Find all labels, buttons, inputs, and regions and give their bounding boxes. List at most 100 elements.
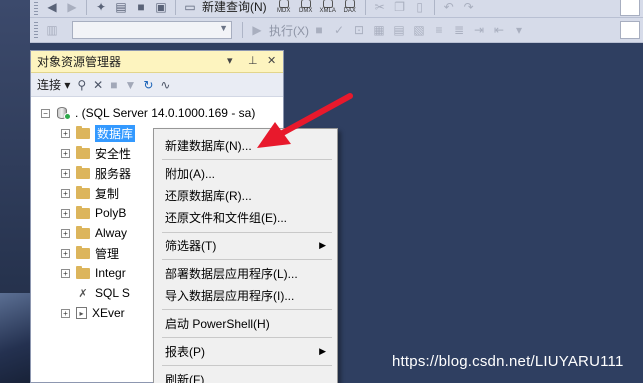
- tree-node-always-on[interactable]: + Alway: [61, 223, 127, 243]
- annotation-arrow-shaft: [274, 93, 353, 139]
- execute-button[interactable]: 执行(X): [269, 22, 309, 39]
- menu-separator: [162, 337, 332, 338]
- cut-icon[interactable]: ✂: [371, 0, 389, 16]
- outdent-icon[interactable]: ⇤: [490, 21, 508, 39]
- tree-node-label: 复制: [95, 186, 120, 201]
- debug-icon[interactable]: ⊡: [350, 21, 368, 39]
- database-selector[interactable]: ▼: [72, 21, 232, 39]
- tree-node-label: SQL S: [95, 286, 130, 300]
- menu-item-filter[interactable]: 筛选器(T) ▶: [155, 234, 336, 256]
- tree-node-management[interactable]: + 管理: [61, 243, 119, 263]
- menu-item-label: 导入数据层应用程序(I)...: [165, 288, 295, 303]
- stop-icon[interactable]: ■: [310, 21, 328, 39]
- copy-icon[interactable]: ❐: [391, 0, 409, 16]
- available-databases-icon: ▥: [46, 23, 58, 37]
- desktop-wallpaper: [0, 293, 30, 383]
- tree-node-xevent-profiler[interactable]: + ▸ XEver: [61, 303, 125, 323]
- disconnect-icon[interactable]: ✕: [93, 78, 103, 92]
- open-file-icon[interactable]: ▤: [112, 0, 130, 16]
- tree-node-replication[interactable]: + 复制: [61, 183, 119, 203]
- xevent-icon: ▸: [76, 307, 87, 319]
- tree-node-security[interactable]: + 安全性: [61, 143, 131, 163]
- uncomment-icon[interactable]: ≣: [450, 21, 468, 39]
- results-text-icon[interactable]: ▤: [390, 21, 408, 39]
- dmx-query-button[interactable]: DMX: [296, 0, 316, 15]
- save-all-icon[interactable]: ▣: [152, 0, 170, 16]
- xmla-query-button[interactable]: XMLA: [318, 0, 338, 15]
- expand-icon[interactable]: +: [61, 188, 70, 198]
- toolbar-overflow-box[interactable]: [620, 0, 640, 16]
- tree-node-server-objects[interactable]: + 服务器: [61, 163, 131, 183]
- menu-item-label: 筛选器(T): [165, 238, 217, 253]
- menu-item-deploy-data-tier[interactable]: 部署数据层应用程序(L)...: [155, 262, 336, 284]
- tree-node-sql-server-agent[interactable]: ✗ SQL S: [76, 283, 130, 303]
- menu-item-restore-database[interactable]: 还原数据库(R)...: [155, 184, 336, 206]
- close-icon[interactable]: ✕: [267, 54, 276, 67]
- results-file-icon[interactable]: ▧: [410, 21, 428, 39]
- menu-item-import-data-tier[interactable]: 导入数据层应用程序(I)...: [155, 284, 336, 306]
- paste-icon[interactable]: ▯: [411, 0, 429, 16]
- toolbar-grip[interactable]: [34, 0, 38, 15]
- menu-item-label: 还原数据库(R)...: [165, 188, 252, 203]
- expand-icon[interactable]: +: [61, 308, 70, 318]
- tree-node-databases[interactable]: + 数据库: [61, 123, 136, 143]
- expand-icon[interactable]: +: [61, 268, 70, 278]
- options-icon[interactable]: ▾: [510, 21, 528, 39]
- new-project-icon[interactable]: ✦: [92, 0, 110, 16]
- refresh-icon[interactable]: ↻: [143, 78, 153, 92]
- back-icon[interactable]: ◀: [43, 0, 61, 16]
- server-connected-icon: [56, 106, 71, 120]
- tree-node-label: 数据库: [95, 124, 136, 142]
- redo-icon[interactable]: ↷: [460, 0, 478, 16]
- folder-icon: [76, 185, 90, 199]
- object-explorer-toolbar: 连接 ▾ ⚲ ✕ ■ ▼ ↻ ∿: [31, 73, 283, 97]
- save-icon[interactable]: ■: [132, 0, 150, 16]
- connect-object-explorer-icon[interactable]: ⚲: [77, 78, 86, 92]
- mdx-query-button[interactable]: MDX: [274, 0, 294, 15]
- expand-icon[interactable]: +: [61, 128, 70, 138]
- expand-icon[interactable]: +: [61, 148, 70, 158]
- watermark-url: https://blog.csdn.net/LIUYARU111: [392, 353, 624, 370]
- tree-node-server[interactable]: − . (SQL Server 14.0.1000.169 - sa): [41, 103, 255, 123]
- server-node-label: . (SQL Server 14.0.1000.169 - sa): [75, 106, 256, 120]
- expand-icon[interactable]: +: [61, 228, 70, 238]
- comment-icon[interactable]: ≡: [430, 21, 448, 39]
- indent-icon[interactable]: ⇥: [470, 21, 488, 39]
- results-grid-icon[interactable]: ▦: [370, 21, 388, 39]
- menu-item-attach[interactable]: 附加(A)...: [155, 162, 336, 184]
- stop-icon[interactable]: ■: [110, 78, 117, 92]
- expand-icon[interactable]: +: [61, 208, 70, 218]
- tree-node-label: 管理: [95, 246, 120, 261]
- menu-item-label: 附加(A)...: [165, 166, 215, 181]
- toolbar-overflow-box[interactable]: [620, 21, 640, 39]
- folder-icon: [76, 145, 90, 159]
- tree-node-label: XEver: [92, 306, 125, 320]
- forward-icon[interactable]: ▶: [63, 0, 81, 16]
- tree-node-polybase[interactable]: + PolyB: [61, 203, 126, 223]
- expand-icon[interactable]: +: [61, 168, 70, 178]
- activity-monitor-icon[interactable]: ∿: [160, 78, 170, 92]
- dax-query-button[interactable]: DAX: [340, 0, 360, 15]
- new-query-button[interactable]: 新建查询(N): [202, 0, 267, 15]
- menu-item-start-powershell[interactable]: 启动 PowerShell(H): [155, 312, 336, 334]
- pin-icon[interactable]: ⊥: [248, 54, 258, 67]
- expand-icon[interactable]: +: [61, 248, 70, 258]
- menu-item-refresh[interactable]: 刷新(F): [155, 368, 336, 383]
- new-query-icon[interactable]: ▭: [181, 0, 199, 16]
- undo-icon[interactable]: ↶: [440, 0, 458, 16]
- collapse-icon[interactable]: −: [41, 108, 50, 118]
- tree-node-label: Alway: [95, 226, 128, 240]
- menu-item-restore-files[interactable]: 还原文件和文件组(E)...: [155, 206, 336, 228]
- connect-button[interactable]: 连接 ▾: [37, 76, 70, 93]
- window-position-icon[interactable]: ▾: [227, 54, 233, 67]
- filter-icon[interactable]: ▼: [124, 78, 136, 92]
- toolbar-grip[interactable]: [34, 22, 38, 38]
- menu-item-reports[interactable]: 报表(P) ▶: [155, 340, 336, 362]
- menu-item-label: 刷新(F): [165, 372, 205, 383]
- tree-node-integration-services[interactable]: + Integr: [61, 263, 126, 283]
- object-explorer-title: 对象资源管理器: [37, 55, 122, 69]
- databases-context-menu: 新建数据库(N)... 附加(A)... 还原数据库(R)... 还原文件和文件…: [153, 128, 338, 383]
- parse-icon[interactable]: ✓: [330, 21, 348, 39]
- menu-item-label: 还原文件和文件组(E)...: [165, 210, 287, 225]
- execute-icon[interactable]: ▶: [248, 21, 266, 39]
